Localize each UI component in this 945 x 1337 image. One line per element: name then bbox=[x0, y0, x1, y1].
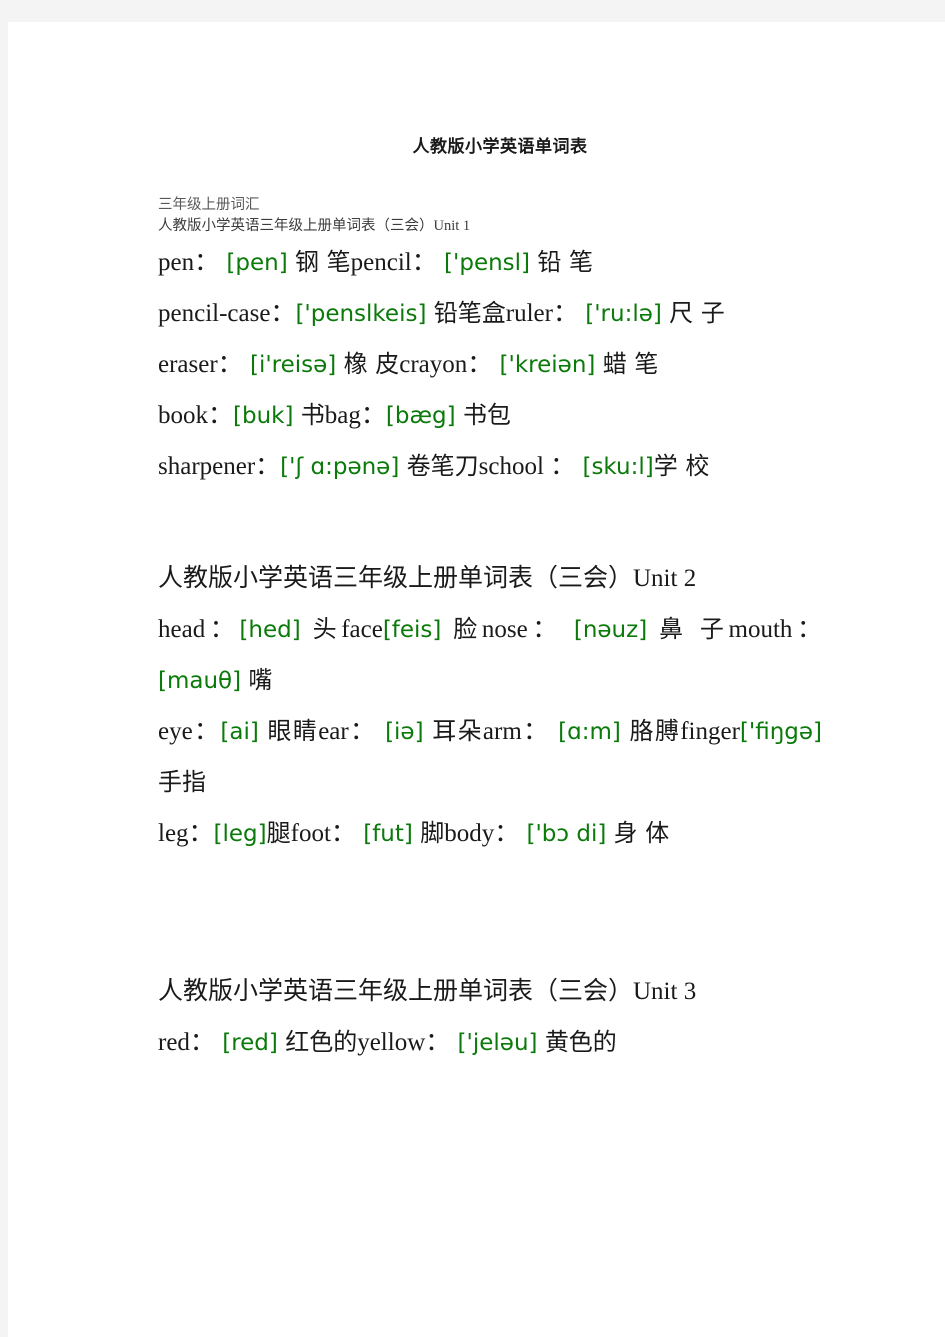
english-word: sharpener： bbox=[158, 453, 281, 480]
english-word: eye： bbox=[158, 718, 221, 745]
phonetic-transcription: [feis] bbox=[382, 617, 454, 643]
english-word: yellow： bbox=[357, 1029, 451, 1056]
english-word: arm： bbox=[482, 718, 550, 745]
chinese-meaning: 尺 子 bbox=[669, 299, 725, 327]
unit1-entries: pen： [pen] 钢 笔 pencil： ['pensl] 铅 笔 penc… bbox=[150, 237, 822, 492]
chinese-meaning: 眼睛 bbox=[267, 717, 319, 745]
document-content: 人教版小学英语单词表 三年级上册词汇 人教版小学英语三年级上册单词表（三会）Un… bbox=[150, 132, 822, 1068]
english-word: ear： bbox=[318, 718, 377, 745]
word-line: sharpener：['ʃ ɑ:pənə] 卷笔刀 school ： [sku:… bbox=[158, 441, 822, 492]
chinese-meaning: 书包 bbox=[462, 401, 511, 429]
chinese-meaning: 钢 笔 bbox=[295, 248, 351, 276]
english-word: bag： bbox=[324, 402, 386, 429]
english-word: head： bbox=[158, 616, 240, 643]
chinese-meaning: 红色的 bbox=[285, 1028, 358, 1056]
chinese-meaning: 橡 皮 bbox=[343, 350, 400, 378]
phonetic-transcription: ['kreiən] bbox=[492, 352, 603, 378]
english-word: foot： bbox=[290, 820, 356, 847]
phonetic-transcription: [iə] bbox=[376, 719, 433, 745]
english-word: ruler： bbox=[505, 300, 578, 327]
phonetic-transcription: [mauθ] bbox=[158, 668, 249, 694]
phonetic-transcription: [buk] bbox=[233, 403, 301, 429]
word-line: head：[hed] 头 face[feis] 脸 nose： [nəuz] 鼻… bbox=[158, 604, 822, 706]
phonetic-transcription: [hed] bbox=[239, 617, 313, 643]
phonetic-transcription: [ai] bbox=[220, 719, 268, 745]
phonetic-transcription: [pen] bbox=[219, 250, 296, 276]
phonetic-transcription: ['jeləu] bbox=[450, 1030, 545, 1056]
english-word: nose： bbox=[481, 616, 562, 643]
english-word: school ： bbox=[478, 453, 576, 480]
chinese-meaning: 耳朵 bbox=[432, 717, 483, 745]
chinese-meaning: 书 bbox=[300, 401, 325, 429]
english-word: eraser： bbox=[158, 351, 243, 378]
word-line: pen： [pen] 钢 笔 pencil： ['pensl] 铅 笔 bbox=[158, 237, 822, 288]
phonetic-transcription: [nəuz] bbox=[561, 617, 660, 643]
chinese-meaning: 脸 bbox=[453, 615, 482, 643]
subheading-unit1: 人教版小学英语三年级上册单词表（三会）Unit 1 bbox=[158, 218, 471, 234]
word-line: leg：[leg]腿 foot： [fut] 脚 body： ['bɔ di] … bbox=[158, 808, 822, 859]
phonetic-transcription: [leg] bbox=[213, 821, 267, 847]
phonetic-transcription: [ɑ:m] bbox=[549, 719, 630, 745]
word-line: red： [red] 红色的 yellow： ['jeləu] 黄色的 bbox=[158, 1017, 822, 1068]
word-line: pencil-case：['penslkeis] 铅笔盒 ruler： ['ru… bbox=[158, 288, 822, 339]
english-word: book： bbox=[158, 402, 234, 429]
phonetic-transcription: ['pensl] bbox=[436, 250, 538, 276]
phonetic-transcription: [red] bbox=[214, 1030, 286, 1056]
phonetic-transcription: [bæg] bbox=[385, 403, 463, 429]
chinese-meaning: 学 校 bbox=[653, 452, 710, 480]
english-word: pen： bbox=[158, 249, 220, 276]
phonetic-transcription: [i'reisə] bbox=[242, 352, 344, 378]
word-line: book：[buk] 书 bag：[bæg] 书包 bbox=[158, 390, 822, 441]
chinese-meaning: 嘴 bbox=[248, 666, 273, 694]
page-title: 人教版小学英语单词表 bbox=[412, 137, 588, 156]
chinese-meaning: 蜡 笔 bbox=[602, 350, 659, 378]
english-word: finger bbox=[680, 718, 740, 745]
english-word: leg： bbox=[158, 820, 214, 847]
english-word: pencil： bbox=[350, 249, 437, 276]
chinese-meaning: 手指 bbox=[158, 768, 206, 796]
phonetic-transcription: ['fiŋgə] bbox=[739, 719, 823, 745]
chinese-meaning: 胳膊 bbox=[629, 717, 681, 745]
phonetic-transcription: ['bɔ di] bbox=[519, 821, 614, 847]
phonetic-transcription: ['penslkeis] bbox=[295, 301, 434, 327]
phonetic-transcription: ['ʃ ɑ:pənə] bbox=[280, 454, 407, 480]
unit3-section: 人教版小学英语三年级上册单词表（三会）Unit 3 red： [red] 红色的… bbox=[150, 967, 822, 1068]
english-word: body： bbox=[444, 820, 520, 847]
english-word: pencil-case： bbox=[158, 300, 296, 327]
unit2-heading: 人教版小学英语三年级上册单词表（三会）Unit 2 bbox=[158, 565, 697, 592]
document-page: 人教版小学英语单词表 三年级上册词汇 人教版小学英语三年级上册单词表（三会）Un… bbox=[8, 22, 945, 1337]
unit3-heading: 人教版小学英语三年级上册单词表（三会）Unit 3 bbox=[158, 978, 697, 1005]
chinese-meaning: 腿 bbox=[266, 819, 291, 847]
chinese-meaning: 黄色的 bbox=[544, 1028, 617, 1056]
english-word: crayon： bbox=[399, 351, 493, 378]
phonetic-transcription: [fut] bbox=[355, 821, 421, 847]
subheading-grade: 三年级上册词汇 bbox=[158, 197, 260, 213]
chinese-meaning: 铅笔盒 bbox=[433, 299, 506, 327]
english-word: red： bbox=[158, 1029, 215, 1056]
chinese-meaning: 身 体 bbox=[613, 819, 670, 847]
english-word: face bbox=[341, 616, 383, 643]
unit2-section: 人教版小学英语三年级上册单词表（三会）Unit 2 head：[hed] 头 f… bbox=[150, 554, 822, 859]
chinese-meaning: 头 bbox=[312, 615, 342, 643]
word-line: eye：[ai] 眼睛 ear： [iə] 耳朵 arm： [ɑ:m] 胳膊 f… bbox=[158, 706, 822, 808]
chinese-meaning: 鼻 子 bbox=[659, 615, 729, 643]
chinese-meaning: 脚 bbox=[420, 819, 445, 847]
phonetic-transcription: ['ru:lə] bbox=[577, 301, 670, 327]
english-word: mouth： bbox=[728, 616, 823, 643]
chinese-meaning: 铅 笔 bbox=[537, 248, 593, 276]
word-line: eraser： [i'reisə] 橡 皮 crayon： ['kreiən] … bbox=[158, 339, 822, 390]
phonetic-transcription: [sku:l] bbox=[575, 454, 654, 480]
chinese-meaning: 卷笔刀 bbox=[406, 452, 479, 480]
